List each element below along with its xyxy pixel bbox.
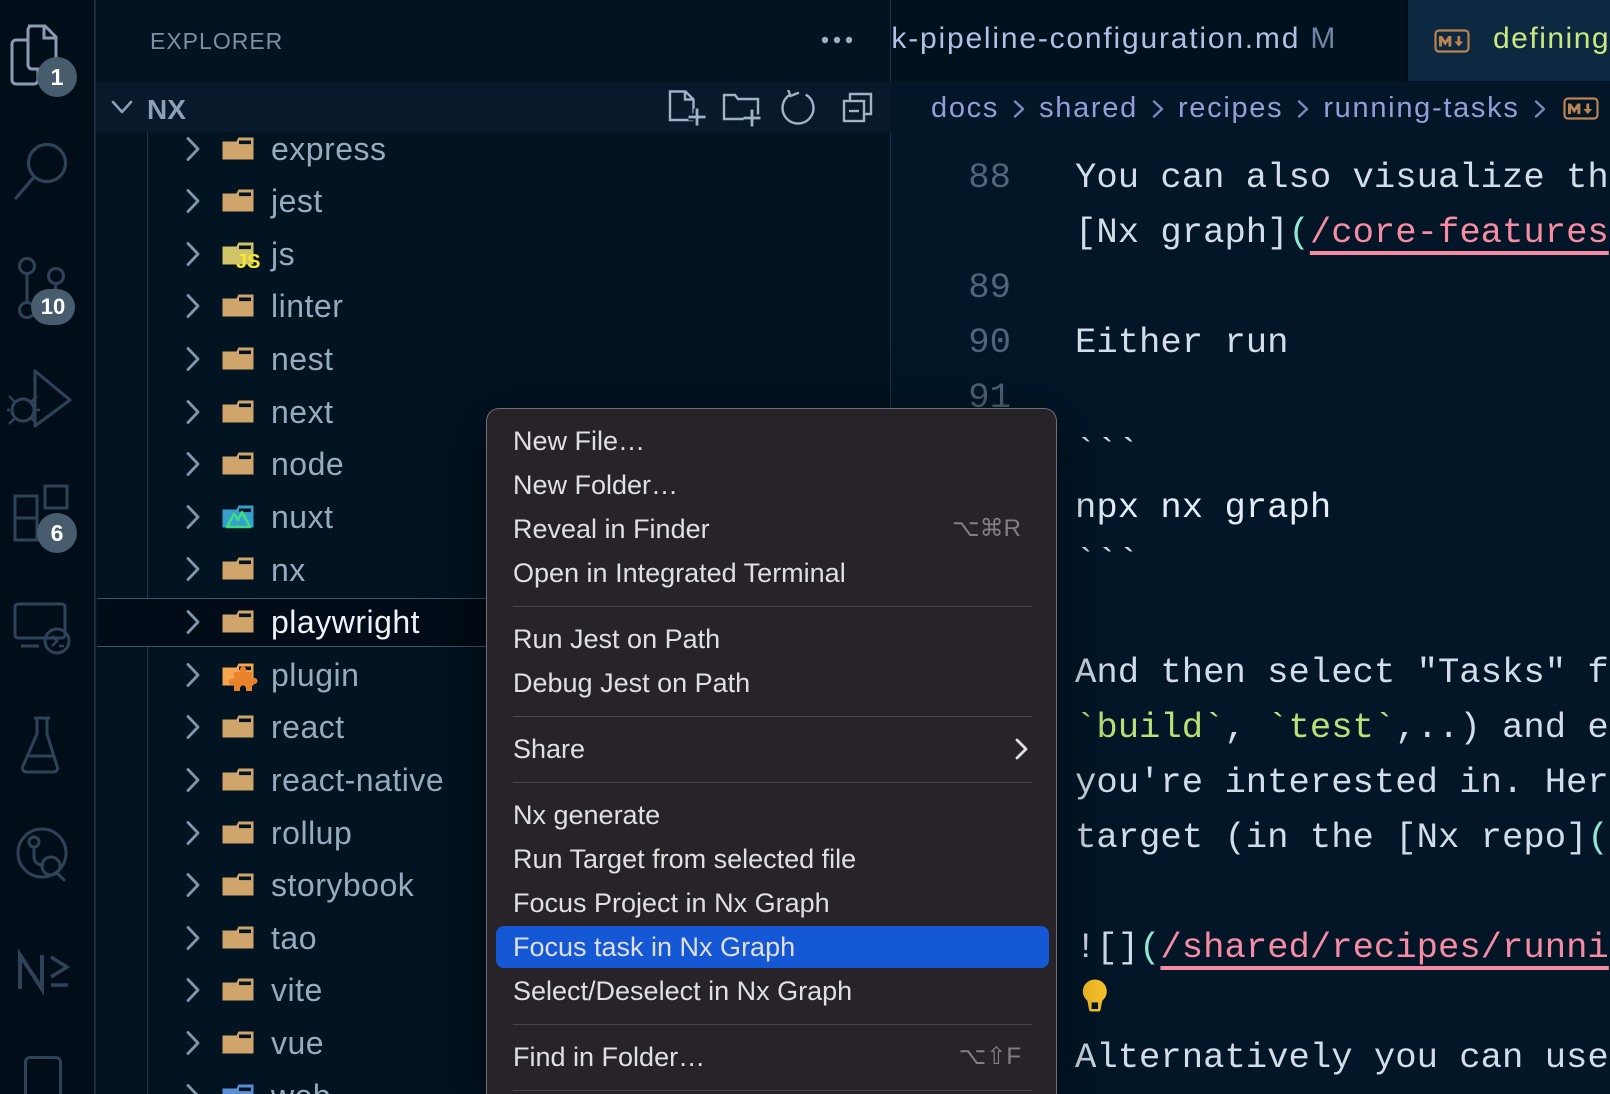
svg-text:JS: JS	[236, 251, 260, 272]
